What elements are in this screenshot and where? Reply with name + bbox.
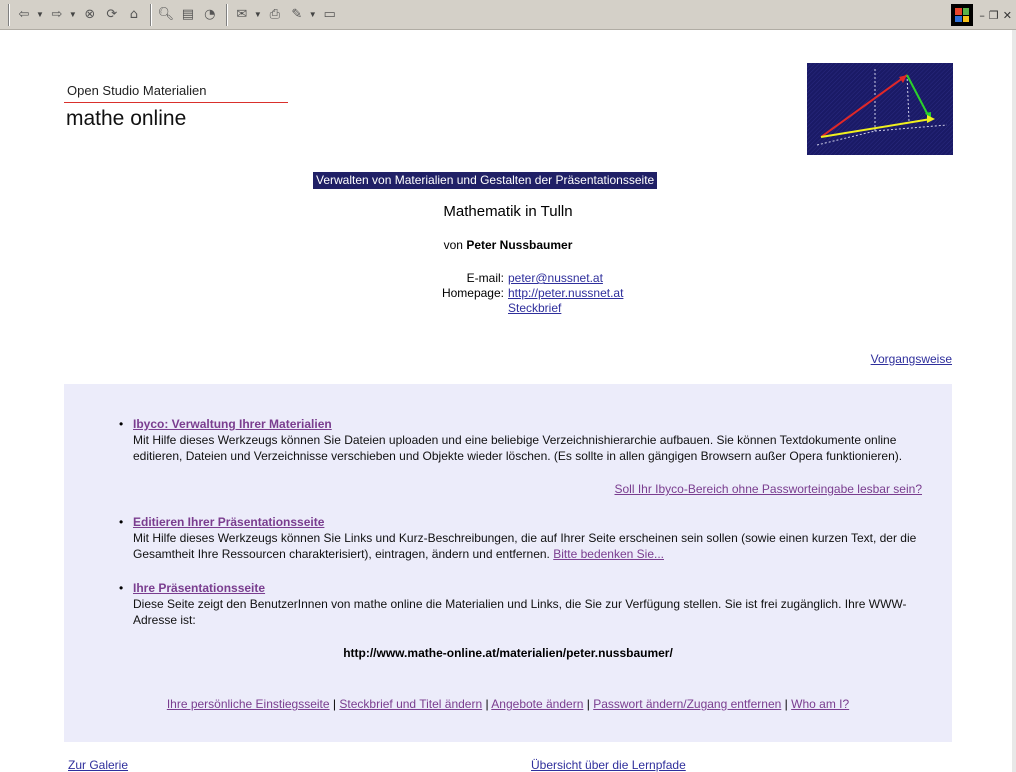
search-icon[interactable]: 🔍︎ (156, 5, 176, 25)
forward-dropdown-icon[interactable]: ▼ (69, 10, 77, 19)
footer-link-password[interactable]: Passwort ändern/Zugang entfernen (593, 697, 781, 711)
toolbar-separator (225, 3, 228, 26)
tools-panel: • Ibyco: Verwaltung Ihrer Materialien Mi… (64, 384, 952, 742)
presentation-description: Diese Seite zeigt den BenutzerInnen von … (133, 597, 907, 627)
home-icon[interactable]: ⌂ (124, 5, 144, 25)
separator: | (586, 697, 590, 711)
edit-presentation-description: Mit Hilfe dieses Werkzeugs können Sie Li… (133, 530, 933, 562)
author-prefix: von (443, 238, 463, 252)
back-dropdown-icon[interactable]: ▼ (36, 10, 44, 19)
ibyco-public-read-link[interactable]: Soll Ihr Ibyco-Bereich ohne Passworteing… (614, 482, 922, 496)
minimize-icon[interactable]: – (979, 9, 985, 22)
ibyco-description: Mit Hilfe dieses Werkzeugs können Sie Da… (133, 433, 903, 463)
browser-toolbar: ⇦ ▼ ⇨ ▼ ⊗ ⟳ ⌂ 🔍︎ ▤ ◔ ✉ ▼ ⎙ ✎ ▼ ▭ – ❐ ✕ (0, 0, 1016, 30)
brand-divider (64, 102, 288, 103)
profile-link[interactable]: Steckbrief (508, 301, 680, 316)
author-name: Peter Nussbaumer (466, 238, 573, 252)
toolbar-grip (8, 3, 10, 26)
homepage-link[interactable]: http://peter.nussnet.at (508, 286, 680, 301)
close-icon[interactable]: ✕ (1003, 9, 1012, 22)
please-consider-link[interactable]: Bitte bedenken Sie... (553, 547, 664, 561)
page-banner: Verwalten von Materialien und Gestalten … (313, 172, 658, 189)
favorites-icon[interactable]: ▤ (178, 5, 198, 25)
toolbar-separator (149, 3, 152, 26)
edit-presentation-text: Mit Hilfe dieses Werkzeugs können Sie Li… (133, 531, 917, 561)
footer-link-offers[interactable]: Angebote ändern (491, 697, 583, 711)
restore-icon[interactable]: ❐ (989, 9, 999, 22)
stop-icon[interactable]: ⊗ (80, 5, 100, 25)
email-label: E-mail: (466, 271, 504, 285)
presentation-url: http://www.mathe-online.at/materialien/p… (343, 646, 673, 660)
brand-title: mathe online (66, 107, 187, 130)
windows-logo-icon (951, 4, 974, 26)
window-controls: – ❐ ✕ (951, 4, 1016, 26)
separator: | (485, 697, 489, 711)
scrollbar-edge[interactable] (1012, 30, 1016, 772)
list-item-ibyco: • Ibyco: Verwaltung Ihrer Materialien Mi… (119, 416, 933, 464)
edit-icon[interactable]: ✎ (287, 5, 307, 25)
history-icon[interactable]: ◔ (200, 5, 220, 25)
bullet-icon: • (119, 515, 124, 529)
author-line: von Peter Nussbaumer (0, 238, 1016, 252)
separator: | (784, 697, 788, 711)
footer-link-start-page[interactable]: Ihre persönliche Einstiegsseite (167, 697, 330, 711)
page-title: Mathematik in Tulln (443, 203, 573, 220)
discuss-icon[interactable]: ▭ (320, 5, 340, 25)
forward-icon[interactable]: ⇨ (47, 5, 67, 25)
list-item-presentation: • Ihre Präsentationsseite Diese Seite ze… (119, 580, 933, 628)
contact-block: E-mail: peter@nussnet.at Homepage: http:… (380, 271, 680, 316)
brand-subtitle: Open Studio Materialien (67, 83, 207, 98)
mail-icon[interactable]: ✉ (232, 5, 252, 25)
list-item-edit-presentation: • Editieren Ihrer Präsentationsseite Mit… (119, 514, 933, 562)
refresh-icon[interactable]: ⟳ (102, 5, 122, 25)
back-icon[interactable]: ⇦ (14, 5, 34, 25)
vector-logo-image (807, 63, 953, 155)
edit-dropdown-icon[interactable]: ▼ (309, 10, 317, 19)
learning-paths-link[interactable]: Übersicht über die Lernpfade (531, 758, 686, 772)
homepage-label: Homepage: (441, 286, 504, 300)
edit-presentation-link[interactable]: Editieren Ihrer Präsentationsseite (133, 515, 324, 529)
footer-link-who-am-i[interactable]: Who am I? (791, 697, 849, 711)
bullet-icon: • (119, 417, 124, 431)
email-link[interactable]: peter@nussnet.at (508, 271, 680, 286)
presentation-page-link[interactable]: Ihre Präsentationsseite (133, 581, 265, 595)
procedure-link[interactable]: Vorgangsweise (871, 352, 952, 366)
print-icon[interactable]: ⎙ (265, 5, 285, 25)
bullet-icon: • (119, 581, 124, 595)
separator: | (332, 697, 337, 711)
footer-nav: Ihre persönliche Einstiegsseite | Steckb… (64, 697, 952, 711)
ibyco-link[interactable]: Ibyco: Verwaltung Ihrer Materialien (133, 417, 332, 431)
gallery-link[interactable]: Zur Galerie (68, 758, 128, 772)
mail-dropdown-icon[interactable]: ▼ (254, 10, 262, 19)
footer-link-profile[interactable]: Steckbrief und Titel ändern (339, 697, 482, 711)
